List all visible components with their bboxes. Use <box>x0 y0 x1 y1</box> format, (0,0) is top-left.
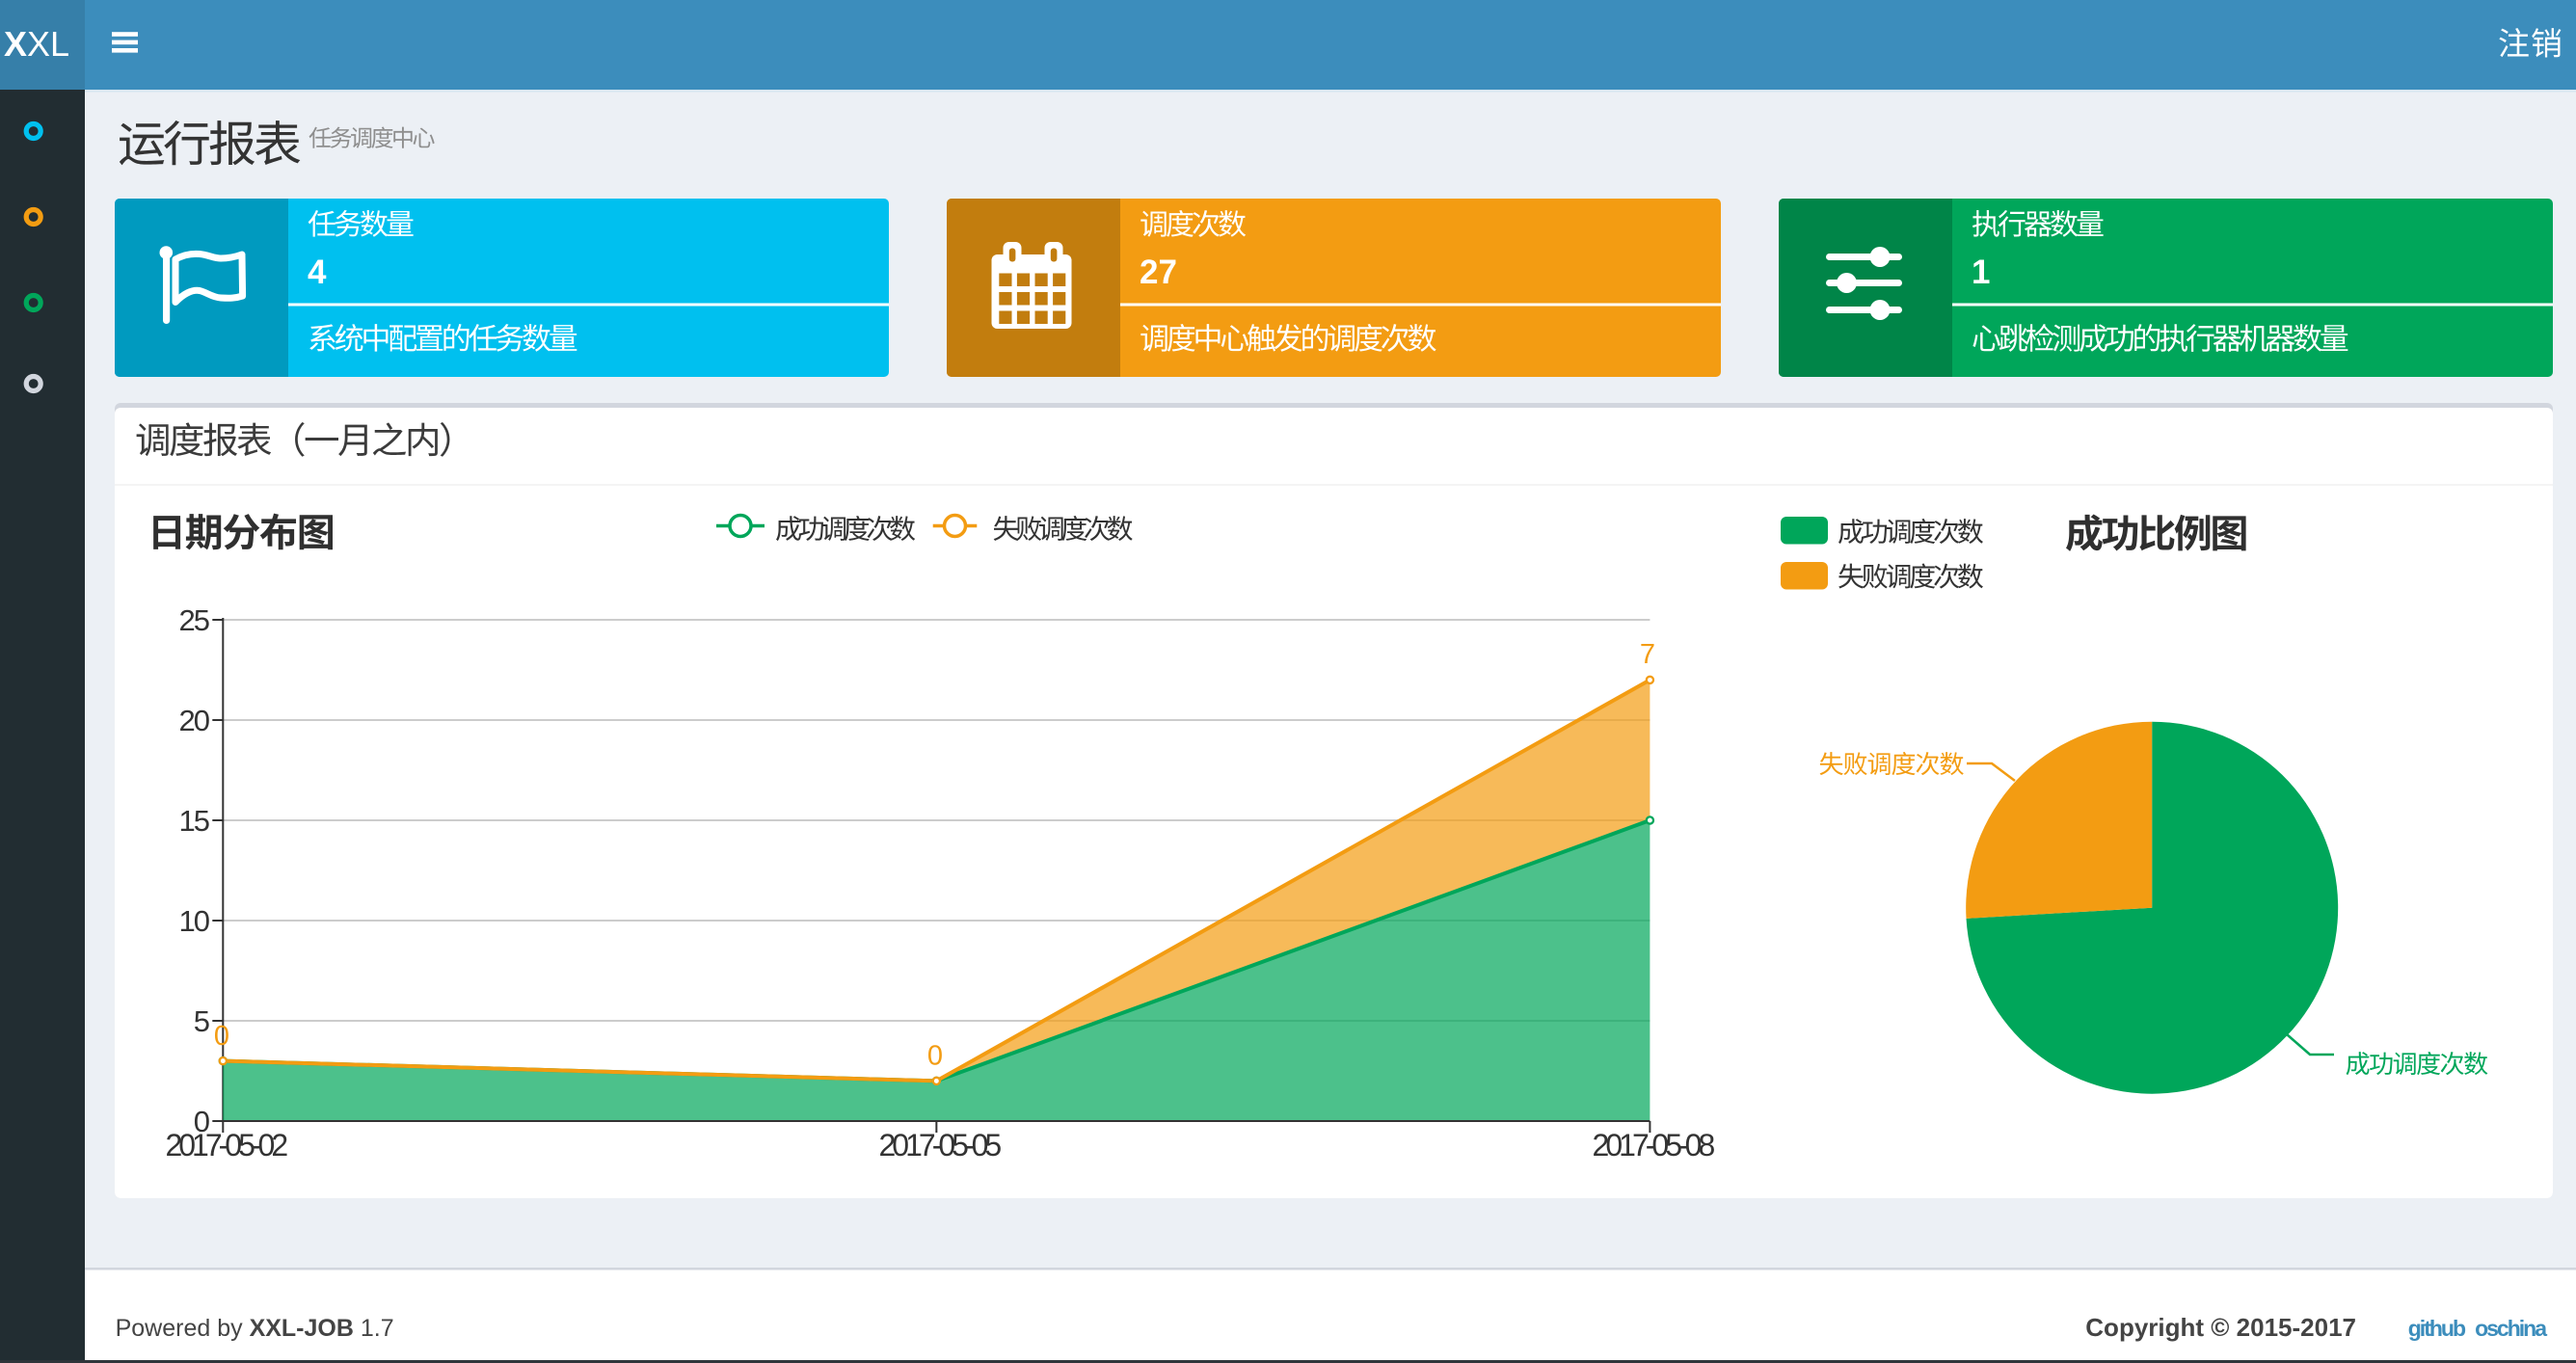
svg-text:XXL: XXL <box>4 24 69 64</box>
svg-text:2017-05-08: 2017-05-08 <box>1593 1128 1715 1163</box>
svg-text:github: github <box>2408 1316 2466 1341</box>
svg-text:2017-05-05: 2017-05-05 <box>879 1128 1002 1163</box>
svg-text:Copyright © 2015-2017: Copyright © 2015-2017 <box>2085 1313 2356 1342</box>
svg-text:25: 25 <box>179 603 209 637</box>
svg-text:0: 0 <box>927 1041 943 1072</box>
svg-text:0: 0 <box>214 1021 229 1052</box>
svg-text:Powered by XXL-JOB 1.7: Powered by XXL-JOB 1.7 <box>116 1315 394 1342</box>
svg-text:5: 5 <box>194 1004 209 1038</box>
svg-text:20: 20 <box>179 704 210 737</box>
svg-text:15: 15 <box>179 804 209 838</box>
svg-text:4: 4 <box>308 254 327 291</box>
svg-text:7: 7 <box>1640 639 1655 670</box>
svg-text:oschina: oschina <box>2475 1316 2547 1341</box>
svg-text:1: 1 <box>1972 254 1990 291</box>
svg-text:10: 10 <box>179 904 210 938</box>
svg-text:2017-05-02: 2017-05-02 <box>165 1128 287 1163</box>
svg-text:27: 27 <box>1140 254 1177 291</box>
